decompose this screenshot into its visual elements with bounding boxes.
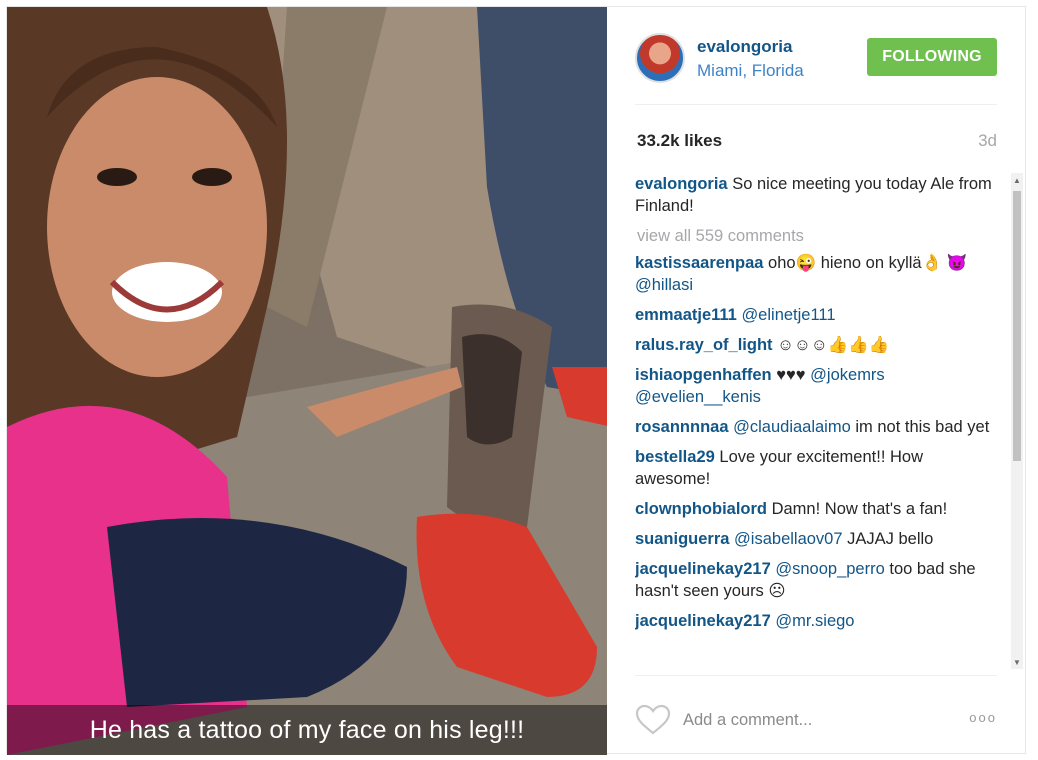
comment-text: ☺☺☺👍👍👍 (777, 336, 890, 354)
following-button[interactable]: FOLLOWING (867, 38, 997, 76)
scroll-up-arrow-icon[interactable]: ▲ (1011, 173, 1023, 187)
post-sidebar: evalongoria Miami, Florida FOLLOWING 33.… (607, 7, 1027, 755)
comment-item: jacquelinekay217 @mr.siego (635, 610, 1001, 632)
video-caption-text: He has a tattoo of my face on his leg!!! (89, 715, 525, 744)
comment-item: emmaatje111 @elinetje111 (635, 304, 1001, 326)
comment-username[interactable]: rosannnnaa (635, 418, 729, 436)
comment-username[interactable]: ralus.ray_of_light (635, 336, 773, 354)
comment-username[interactable]: jacquelinekay217 (635, 560, 771, 578)
post-card: He has a tattoo of my face on his leg!!!… (6, 6, 1027, 755)
author-username-link[interactable]: evalongoria (697, 37, 792, 57)
comment-text: JAJAJ bello (847, 530, 934, 548)
video-frame-illustration (7, 7, 607, 755)
add-comment-input[interactable] (683, 706, 933, 734)
scroll-thumb[interactable] (1013, 191, 1021, 461)
comments-list[interactable]: evalongoria So nice meeting you today Al… (635, 173, 1001, 669)
comment-mention[interactable]: @isabellaov07 (734, 530, 842, 548)
comment-text: oho😜 hieno on kyllä👌 😈 (768, 254, 968, 272)
video-caption-bar: He has a tattoo of my face on his leg!!! (7, 705, 607, 755)
heart-outline-icon[interactable] (635, 704, 671, 736)
comment-item: ishiaopgenhaffen ♥♥♥ @jokemrs @evelien__… (635, 364, 1001, 408)
scroll-down-arrow-icon[interactable]: ▼ (1011, 655, 1023, 669)
comment-username[interactable]: emmaatje111 (635, 306, 737, 324)
more-options-icon[interactable]: ooo (969, 710, 997, 725)
comment-mention[interactable]: @mr.siego (775, 612, 854, 630)
likes-count[interactable]: 33.2k likes (637, 131, 722, 151)
caption-username[interactable]: evalongoria (635, 175, 728, 193)
comment-username[interactable]: kastissaarenpaa (635, 254, 763, 272)
location-link[interactable]: Miami, Florida (697, 61, 804, 81)
comment-item: bestella29 Love your excitement!! How aw… (635, 446, 1001, 490)
view-all-comments-link[interactable]: view all 559 comments (637, 227, 1001, 246)
comment-mention[interactable]: @hillasi (635, 276, 693, 294)
avatar[interactable] (635, 33, 685, 83)
comment-item: jacquelinekay217 @snoop_perro too bad sh… (635, 558, 1001, 602)
comment-mention[interactable]: @elinetje111 (741, 306, 835, 324)
comment-item: rosannnnaa @claudiaalaimo im not this ba… (635, 416, 1001, 438)
comments-scrollbar[interactable]: ▲ ▼ (1011, 173, 1023, 669)
comment-username[interactable]: jacquelinekay217 (635, 612, 771, 630)
comment-item: clownphobialord Damn! Now that's a fan! (635, 498, 1001, 520)
post-caption: evalongoria So nice meeting you today Al… (635, 173, 1001, 217)
post-video[interactable]: He has a tattoo of my face on his leg!!! (7, 7, 607, 755)
comment-mention[interactable]: @claudiaalaimo (733, 418, 851, 436)
post-stats: 33.2k likes 3d (635, 131, 997, 155)
comment-text: im not this bad yet (855, 418, 990, 436)
post-age[interactable]: 3d (978, 131, 997, 151)
comment-text: ♥♥♥ (776, 366, 806, 384)
post-header: evalongoria Miami, Florida FOLLOWING (635, 33, 997, 105)
comment-item: suaniguerra @isabellaov07 JAJAJ bello (635, 528, 1001, 550)
comment-username[interactable]: suaniguerra (635, 530, 729, 548)
comment-item: kastissaarenpaa oho😜 hieno on kyllä👌 😈 @… (635, 252, 1001, 296)
post-footer: ooo (635, 675, 997, 747)
comment-username[interactable]: ishiaopgenhaffen (635, 366, 772, 384)
comment-username[interactable]: clownphobialord (635, 500, 767, 518)
comment-text: Damn! Now that's a fan! (771, 500, 948, 518)
comment-mention[interactable]: @snoop_perro (775, 560, 884, 578)
comment-item: ralus.ray_of_light ☺☺☺👍👍👍 (635, 334, 1001, 356)
comment-username[interactable]: bestella29 (635, 448, 715, 466)
